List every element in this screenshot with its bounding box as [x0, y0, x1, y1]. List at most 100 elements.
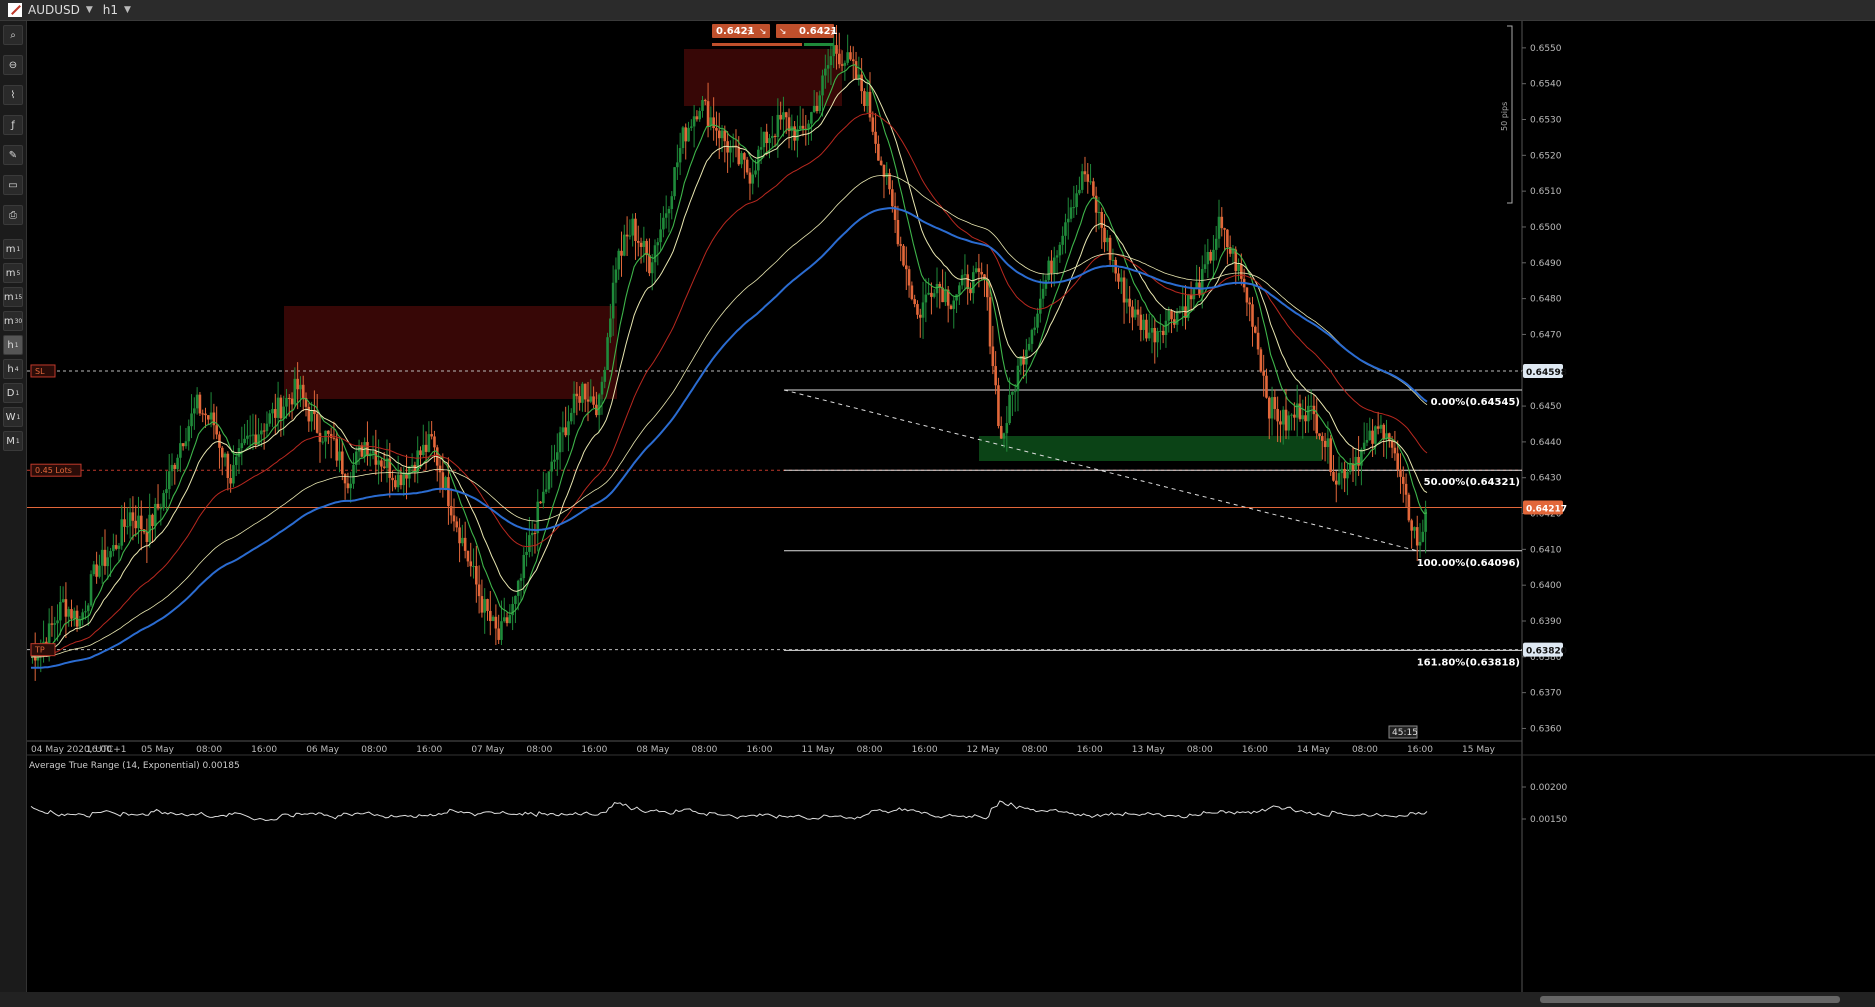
candle-body: [204, 413, 207, 416]
candle-body: [1145, 319, 1148, 339]
candle-body: [706, 101, 710, 126]
candle-body: [581, 383, 584, 403]
candle-body: [681, 127, 685, 149]
candle-body: [835, 45, 838, 54]
candle-body: [1167, 310, 1171, 321]
stop-loss-tag: SL: [35, 367, 45, 376]
price-tick-label: 0.6400: [1530, 581, 1562, 591]
candle-body: [421, 444, 425, 456]
candle-body: [544, 489, 548, 492]
timeframe-h4-button[interactable]: h4: [3, 359, 23, 379]
candle-body: [952, 300, 956, 309]
candle-body: [123, 519, 126, 527]
timeframe-W1-button[interactable]: W1: [3, 407, 23, 427]
candle-body: [653, 245, 657, 263]
candle-body: [173, 464, 177, 469]
candle-body: [472, 566, 475, 568]
candle-body: [994, 366, 997, 386]
candle-body: [1002, 433, 1006, 439]
candle-body: [793, 126, 796, 141]
screenshot-icon[interactable]: ⎙: [3, 205, 23, 225]
candle-body: [715, 128, 718, 131]
candle-body: [64, 599, 68, 617]
timeframe-m5-button[interactable]: m5: [3, 263, 23, 283]
candle-body: [1008, 394, 1011, 424]
candle-body: [988, 297, 992, 347]
current-price-tag: 0.64217: [1526, 504, 1567, 514]
candle-body: [1041, 288, 1045, 299]
candle-body: [1396, 453, 1399, 470]
candle-body: [1164, 320, 1168, 336]
candle-body: [1315, 414, 1319, 434]
candle-body: [625, 234, 629, 237]
indicators-icon[interactable]: ƒ: [3, 115, 23, 135]
timeframe-D1-button[interactable]: D1: [3, 383, 23, 403]
candle-body: [553, 459, 556, 462]
candle-body: [723, 130, 727, 142]
candle-body: [315, 414, 319, 433]
candle-body: [514, 595, 517, 604]
candle-body: [1036, 313, 1039, 328]
timeframe-dropdown-icon[interactable]: ▼: [124, 5, 131, 15]
candle-body: [114, 545, 118, 549]
time-tick-label: 08:00: [1187, 745, 1213, 755]
drawing-tools-icon[interactable]: ✎: [3, 145, 23, 165]
candle-body: [343, 474, 347, 484]
candle-body: [891, 189, 894, 207]
candle-body: [117, 545, 121, 549]
candle-body: [972, 272, 975, 294]
candle-body: [1231, 249, 1235, 254]
timeframe-selector[interactable]: h1: [103, 3, 118, 17]
price-chart[interactable]: 0.6550 0.6540 0.6530 0.6520 0.6510 0.6500 0.64…: [27, 21, 1875, 996]
candle-body: [667, 208, 671, 214]
candle-body: [1066, 218, 1070, 223]
timeframe-m15-button[interactable]: m 15: [3, 287, 23, 307]
candle-body: [924, 294, 928, 303]
candle-body: [530, 532, 534, 536]
candle-body: [1382, 424, 1386, 440]
candle-body: [131, 512, 135, 521]
candle-body: [902, 245, 905, 266]
candle-body: [751, 174, 755, 184]
candle-body: [776, 114, 780, 138]
candle-body: [262, 430, 266, 432]
zoom-out-icon[interactable]: ⊖: [3, 55, 23, 75]
candle-body: [1368, 430, 1372, 441]
candle-body: [1192, 288, 1196, 300]
candle-body: [167, 471, 171, 490]
chart-type-icon[interactable]: ⌇: [3, 85, 23, 105]
time-tick-label: 16:00: [1242, 745, 1268, 755]
price-tick-label: 0.6510: [1530, 187, 1562, 197]
timeframe-h1-button[interactable]: h1: [3, 335, 23, 355]
time-tick-label: 16:00: [581, 745, 607, 755]
timeframe-M1-button[interactable]: M1: [3, 431, 23, 451]
candle-body: [95, 564, 98, 577]
fibonacci-level-label: 161.80%(0.63818): [1417, 657, 1520, 668]
timeframe-m30-button[interactable]: m 30: [3, 311, 23, 331]
candle-body: [592, 396, 595, 405]
candle-body: [475, 566, 478, 585]
sell-arrow-icon: ↘: [759, 27, 767, 37]
timeframe-m1-button[interactable]: m1: [3, 239, 23, 259]
candle-body: [567, 421, 570, 436]
candle-body: [1050, 260, 1053, 274]
candle-body: [1248, 302, 1252, 305]
scrollbar-thumb[interactable]: [1540, 996, 1840, 1003]
candle-body: [260, 430, 263, 435]
objects-icon[interactable]: ▭: [3, 175, 23, 195]
candle-body: [1270, 397, 1274, 419]
candle-body: [466, 550, 470, 562]
candle-body: [980, 271, 983, 275]
horizontal-scrollbar[interactable]: [0, 992, 1875, 1007]
zoom-in-icon[interactable]: ⌕: [3, 25, 23, 45]
candle-body: [430, 434, 433, 437]
candle-body: [1376, 426, 1380, 429]
symbol-selector[interactable]: AUDUSD: [28, 3, 80, 17]
candle-body: [128, 512, 132, 527]
candle-body: [198, 394, 202, 414]
candle-body: [1332, 471, 1335, 481]
sell-pip-digit: 7: [747, 29, 751, 37]
symbol-dropdown-icon[interactable]: ▼: [86, 5, 93, 15]
time-tick-label: 16:00: [912, 745, 938, 755]
candle-body: [918, 314, 922, 318]
